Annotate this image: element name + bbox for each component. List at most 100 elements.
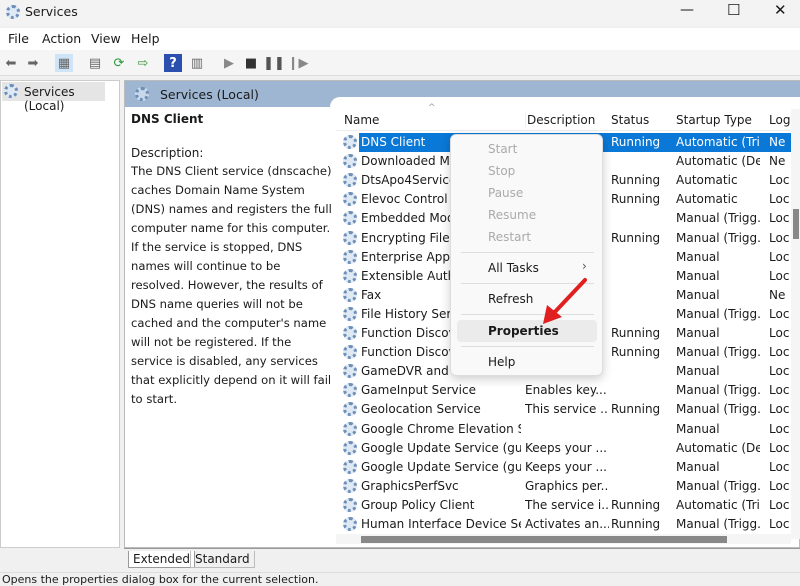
table-row[interactable]: Geolocation Service This service ... Runni… (336, 400, 796, 419)
refresh-icon[interactable]: ⟳ (110, 54, 128, 72)
cell-startup-type: Automatic (De... (676, 154, 760, 169)
cell-log-on-as: Loc (769, 517, 790, 531)
tree-item-services-local[interactable]: Services (Local) (2, 82, 105, 113)
cell-startup-type: Automatic (Tri... (676, 497, 760, 512)
cell-description: This service ... (525, 402, 609, 417)
cell-log-on-as: Loc (769, 268, 790, 283)
forward-arrow-icon[interactable]: ➡ (24, 54, 42, 72)
cell-log-on-as: Loc (769, 192, 790, 207)
vertical-scrollbar[interactable] (791, 109, 800, 539)
menu-help[interactable]: Help (131, 31, 160, 46)
service-description: The DNS Client service (dnscache) caches… (131, 164, 332, 406)
column-log-on-as[interactable]: Log (769, 113, 790, 127)
maximize-button[interactable]: ☐ (727, 1, 740, 19)
minimize-button[interactable]: — (680, 2, 694, 18)
cell-log-on-as: Loc (769, 306, 790, 321)
cell-startup-type: Automatic (Tri... (676, 135, 760, 149)
properties-icon[interactable]: ▤ (86, 54, 104, 72)
menu-item-refresh[interactable]: Refresh (488, 292, 533, 306)
close-button[interactable]: ✕ (774, 1, 787, 19)
menu-item-all-tasks[interactable]: All Tasks (488, 261, 539, 275)
start-icon[interactable]: ▶ (220, 54, 238, 72)
cell-log-on-as: Ne (769, 287, 786, 302)
cell-log-on-as: Loc (769, 402, 790, 417)
service-gear-icon (343, 249, 357, 264)
menu-item-resume[interactable]: Resume (488, 208, 536, 222)
cell-name: Human Interface Device Serv... (361, 517, 521, 531)
cell-startup-type: Automatic (676, 192, 738, 207)
service-gear-icon (343, 517, 357, 531)
window-title: Services (25, 4, 78, 19)
services-gear-icon (6, 5, 20, 19)
service-gear-icon (343, 402, 357, 417)
cell-log-on-as: Ne (769, 135, 786, 149)
cell-startup-type: Manual (676, 364, 720, 379)
service-gear-icon (343, 326, 357, 340)
cell-name: Geolocation Service (361, 402, 481, 417)
cell-log-on-as: Loc (769, 497, 790, 512)
help-icon[interactable]: ? (164, 54, 182, 72)
cell-log-on-as: Loc (769, 421, 790, 436)
menu-item-start[interactable]: Start (488, 142, 517, 156)
back-arrow-icon[interactable]: ⬅ (2, 54, 20, 72)
service-gear-icon (343, 192, 357, 207)
tab-standard[interactable]: Standard (190, 551, 255, 568)
cell-description: Activates an... (525, 517, 609, 531)
pane-header: Services (Local) (125, 81, 800, 109)
cell-log-on-as: Loc (769, 440, 790, 455)
service-gear-icon (343, 497, 357, 512)
horizontal-scrollbar[interactable] (336, 534, 791, 544)
table-row[interactable]: Google Update Service (gup... Keeps your … (336, 439, 796, 458)
table-row[interactable]: Human Interface Device Serv... Activates … (336, 515, 796, 534)
service-gear-icon (343, 364, 357, 379)
menu-bar: File Action View Help (0, 28, 800, 50)
cell-name: Google Update Service (gup... (361, 440, 521, 455)
menu-file[interactable]: File (8, 31, 29, 46)
column-name[interactable]: Name (344, 113, 379, 127)
cell-description: The service i... (525, 497, 609, 512)
table-row[interactable]: GraphicsPerfSvc Graphics per... Manual (Tr… (336, 477, 796, 496)
context-menu: Start Stop Pause Resume Restart All Task… (450, 134, 603, 376)
service-gear-icon (343, 421, 357, 436)
cell-log-on-as: Loc (769, 364, 790, 379)
table-row[interactable]: GameInput Service Enables key... Manual (T… (336, 381, 796, 400)
column-status[interactable]: Status (611, 113, 649, 127)
restart-icon[interactable]: ❙▶ (288, 54, 309, 72)
export-icon[interactable]: ⇨ (134, 54, 152, 72)
service-gear-icon (343, 230, 357, 245)
column-headers: ^ Name Description Status Startup Type L… (336, 103, 791, 131)
menu-item-stop[interactable]: Stop (488, 164, 515, 178)
title-bar: Services — ☐ ✕ (0, 0, 800, 26)
cell-log-on-as: Loc (769, 478, 790, 493)
menu-view[interactable]: View (91, 31, 121, 46)
cell-name: Google Update Service (gup... (361, 459, 521, 474)
table-row[interactable]: Google Chrome Elevation Se... Manual Loc (336, 420, 796, 439)
horizontal-scroll-thumb[interactable] (361, 536, 727, 543)
cell-name: GraphicsPerfSvc (361, 478, 459, 493)
pause-icon[interactable]: ❚❚ (263, 54, 285, 72)
action-pane-icon[interactable]: ▥ (188, 54, 206, 72)
console-tree: Services (Local) (0, 80, 120, 548)
cell-startup-type: Manual (Trigg... (676, 345, 760, 360)
menu-item-help[interactable]: Help (488, 355, 515, 369)
cell-log-on-as: Loc (769, 345, 790, 360)
cell-log-on-as: Loc (769, 211, 790, 226)
table-row[interactable]: Google Update Service (gup... Keeps your … (336, 458, 796, 477)
pane-header-title: Services (Local) (160, 87, 259, 102)
console-tree-icon[interactable]: ▦ (55, 54, 73, 72)
menu-item-restart[interactable]: Restart (488, 230, 531, 244)
column-description[interactable]: Description (525, 113, 595, 127)
view-tabs: Extended Standard (124, 548, 800, 570)
cell-description: Keeps your ... (525, 459, 607, 474)
vertical-scroll-thumb[interactable] (793, 209, 799, 239)
menu-action[interactable]: Action (42, 31, 81, 46)
tab-extended[interactable]: Extended (128, 551, 195, 568)
table-row[interactable]: Group Policy Client The service i... Runni… (336, 496, 796, 515)
service-gear-icon (343, 345, 357, 360)
service-gear-icon (343, 383, 357, 398)
cell-log-on-as: Loc (769, 230, 790, 245)
stop-icon[interactable]: ■ (242, 54, 260, 72)
cell-startup-type: Manual (676, 268, 720, 283)
menu-item-pause[interactable]: Pause (488, 186, 523, 200)
column-startup-type[interactable]: Startup Type (676, 113, 752, 127)
